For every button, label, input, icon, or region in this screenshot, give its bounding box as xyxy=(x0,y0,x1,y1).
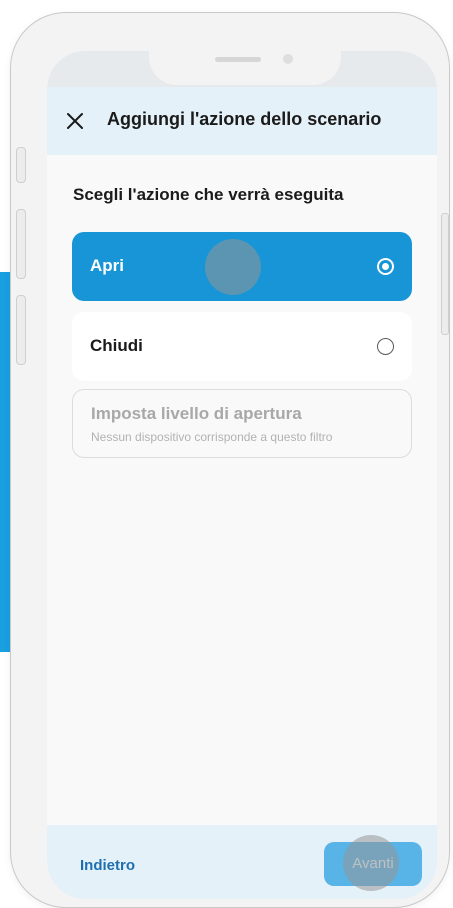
phone-mute-switch xyxy=(16,147,26,183)
front-camera xyxy=(283,54,293,64)
dialog-header: Aggiungi l'azione dello scenario xyxy=(47,87,437,155)
page-title: Aggiungi l'azione dello scenario xyxy=(107,109,382,129)
phone-volume-up-button xyxy=(16,209,26,279)
option-subtitle: Nessun dispositivo corrisponde a questo … xyxy=(91,430,333,444)
next-button[interactable]: Avanti xyxy=(324,842,422,886)
close-icon xyxy=(67,113,83,129)
option-label: Imposta livello di apertura xyxy=(91,404,302,423)
option-imposta-livello: Imposta livello di apertura Nessun dispo… xyxy=(72,389,412,458)
phone-volume-down-button xyxy=(16,295,26,365)
phone-frame: Aggiungi l'azione dello scenario Scegli … xyxy=(10,12,450,908)
option-label: Chiudi xyxy=(90,336,143,355)
phone-notch xyxy=(149,51,341,85)
radio-unselected-icon[interactable] xyxy=(377,338,394,355)
back-button[interactable]: Indietro xyxy=(80,857,135,874)
option-chiudi[interactable]: Chiudi xyxy=(72,312,412,381)
radio-selected-icon[interactable] xyxy=(377,258,394,275)
option-apri[interactable]: Apri xyxy=(72,232,412,301)
phone-power-button xyxy=(441,213,449,335)
screenshot-stage: Aggiungi l'azione dello scenario Scegli … xyxy=(0,0,453,908)
phone-screen: Aggiungi l'azione dello scenario Scegli … xyxy=(47,51,437,899)
section-title: Scegli l'azione che verrà eseguita xyxy=(73,185,344,204)
speaker-grille xyxy=(215,57,261,62)
close-button[interactable] xyxy=(65,111,85,131)
dialog-footer: Indietro Avanti xyxy=(47,825,437,899)
option-label: Apri xyxy=(90,256,124,275)
